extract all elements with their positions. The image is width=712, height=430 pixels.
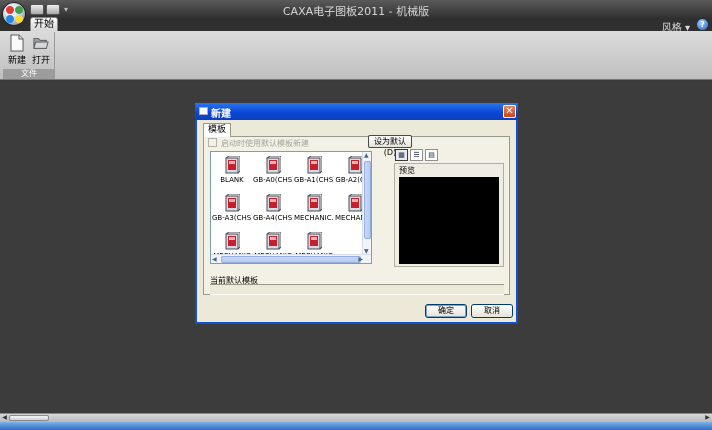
template-item[interactable]: MECHANIC... [294,194,334,222]
new-document-dialog: 新建 ✕ 模板 启动时使用默认模板新建 设为默认(D) ▦ ☰ ▤ BLANK G… [195,103,518,324]
new-file-icon [10,34,24,52]
help-icon[interactable]: ? [697,19,708,30]
template-name: BLANK [220,176,244,184]
template-file-icon [225,156,240,174]
template-file-icon [307,194,322,212]
template-list-vertical-scrollbar[interactable]: ▲ ▼ [362,152,371,255]
ribbon-tab-row [0,19,712,31]
template-item[interactable]: GB-A3(CHS) [212,194,252,222]
window-title: CAXA电子图板2011 - 机械版 [282,5,430,18]
scroll-up-icon[interactable]: ▲ [364,152,369,159]
orb-petal-icon [6,6,14,14]
template-file-icon [348,156,363,174]
ribbon-panel: 新建 打开 文件 [0,31,712,80]
orb-petal-icon [6,15,14,23]
scroll-left-icon[interactable]: ◀ [212,256,217,263]
template-name: GB-A1(CHS) [294,176,334,184]
template-name: MECHANIC... [294,214,334,222]
template-name: GB-A0(CHS) [253,176,293,184]
ribbon-group-file: 新建 打开 文件 [3,32,55,79]
use-default-template-label: 启动时使用默认模板新建 [221,139,309,148]
status-bar [0,422,712,430]
template-item[interactable]: GB-A4(CHS) [253,194,293,222]
template-name: GB-A4(CHS) [253,214,293,222]
dialog-tabstrip: 模板 [203,123,510,137]
new-button-label: 新建 [7,56,26,66]
template-list-horizontal-scrollbar[interactable]: ◀ ▶ [211,254,371,263]
title-bar: ▾ CAXA电子图板2011 - 机械版 [0,0,712,19]
preview-canvas [399,177,499,264]
dialog-title-bar[interactable]: 新建 ✕ [195,103,518,120]
template-file-icon [225,194,240,212]
scrollbar-thumb[interactable] [221,256,361,263]
preview-group: 预览 [394,163,504,267]
new-button[interactable]: 新建 [6,34,28,66]
open-button[interactable]: 打开 [30,34,52,66]
preview-label: 预览 [399,166,415,175]
tab-templates[interactable]: 模板 [203,123,231,137]
template-item[interactable]: GB-A0(CHS) [253,156,293,184]
current-default-template-field [210,284,504,295]
template-file-icon [225,232,240,250]
template-list[interactable]: BLANK GB-A0(CHS) GB-A1(CHS) GB-A2(CHS GB-A3(… [210,151,372,264]
template-file-icon [307,232,322,250]
scrollbar-thumb[interactable] [364,161,371,239]
orb-petal-icon [15,15,23,23]
template-file-icon [266,194,281,212]
ok-button[interactable]: 确定 [425,304,467,318]
window-icon [199,107,208,115]
close-icon[interactable]: ✕ [503,105,516,118]
workspace-horizontal-scrollbar[interactable]: ◀ ▶ [0,413,712,422]
template-item[interactable]: BLANK [212,156,252,184]
scroll-right-icon[interactable]: ▶ [703,414,712,422]
scroll-right-icon[interactable]: ▶ [358,256,363,263]
open-button-label: 打开 [31,56,50,66]
template-item[interactable]: GB-A1(CHS) [294,156,334,184]
list-view-icon[interactable]: ▤ [425,149,438,161]
template-name: GB-A3(CHS) [212,214,252,222]
details-view-icon[interactable]: ☰ [410,149,423,161]
template-file-icon [266,232,281,250]
tab-start[interactable]: 开始 [30,17,58,31]
application-menu-button[interactable] [2,2,26,26]
template-file-icon [307,156,322,174]
ribbon-group-label: 文件 [3,69,55,79]
use-default-template-checkbox[interactable] [208,138,217,147]
orb-petal-icon [15,6,23,14]
template-file-icon [348,194,363,212]
large-icons-view-icon[interactable]: ▦ [395,149,408,161]
dialog-title: 新建 [211,109,231,120]
scrollbar-thumb[interactable] [9,415,49,421]
scroll-left-icon[interactable]: ◀ [0,414,9,422]
template-file-icon [266,156,281,174]
open-folder-icon [33,38,49,49]
cancel-button[interactable]: 取消 [471,304,513,318]
set-default-button[interactable]: 设为默认(D) [368,135,412,157]
